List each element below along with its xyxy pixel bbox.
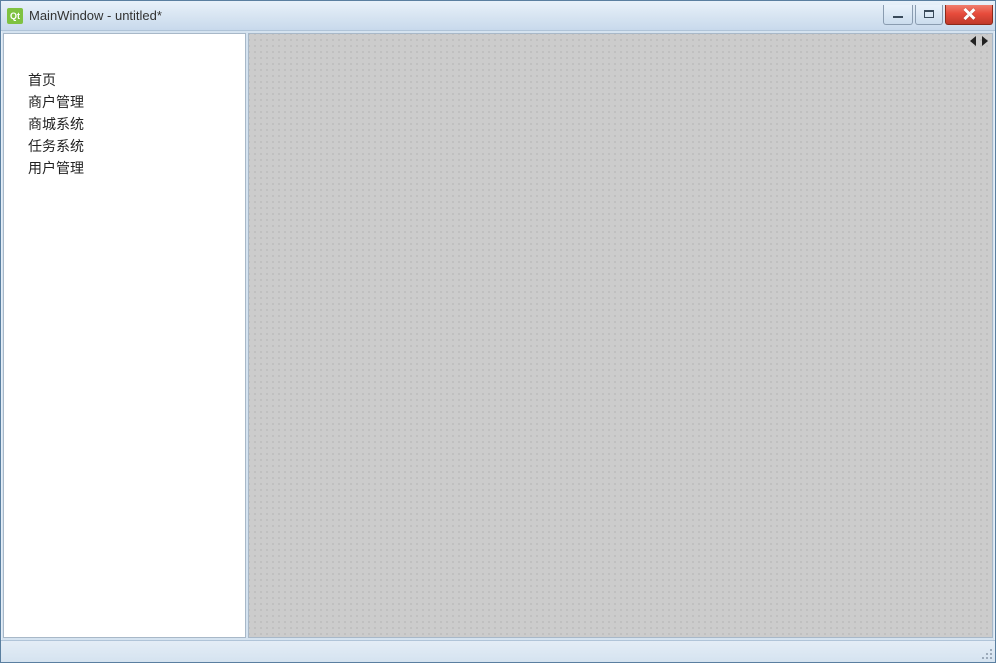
sidebar-item-home[interactable]: 首页 — [28, 69, 245, 91]
sidebar-item-user[interactable]: 用户管理 — [28, 157, 245, 179]
maximize-icon — [924, 10, 934, 18]
sidebar-item-mall[interactable]: 商城系统 — [28, 113, 245, 135]
close-icon — [962, 8, 976, 20]
window-title: MainWindow - untitled* — [29, 8, 883, 23]
tab-scroll-right-icon[interactable] — [982, 36, 988, 46]
maximize-button[interactable] — [915, 5, 943, 25]
minimize-icon — [893, 16, 903, 18]
sidebar: 首页 商户管理 商城系统 任务系统 用户管理 — [3, 33, 246, 638]
titlebar[interactable]: Qt MainWindow - untitled* — [1, 1, 995, 31]
qt-app-icon: Qt — [7, 8, 23, 24]
window-controls — [883, 5, 993, 25]
tab-scroll-arrows — [970, 36, 988, 46]
tab-scroll-left-icon[interactable] — [970, 36, 976, 46]
close-button[interactable] — [945, 5, 993, 25]
resize-grip-icon — [979, 646, 993, 660]
statusbar — [1, 640, 995, 662]
sidebar-item-task[interactable]: 任务系统 — [28, 135, 245, 157]
body-area: 首页 商户管理 商城系统 任务系统 用户管理 — [1, 31, 995, 640]
qt-app-icon-label: Qt — [10, 11, 20, 21]
resize-grip[interactable] — [979, 646, 993, 660]
sidebar-item-merchant[interactable]: 商户管理 — [28, 91, 245, 113]
main-design-area[interactable] — [248, 33, 993, 638]
main-window: Qt MainWindow - untitled* 首页 商户管理 商城系统 任… — [0, 0, 996, 663]
minimize-button[interactable] — [883, 5, 913, 25]
